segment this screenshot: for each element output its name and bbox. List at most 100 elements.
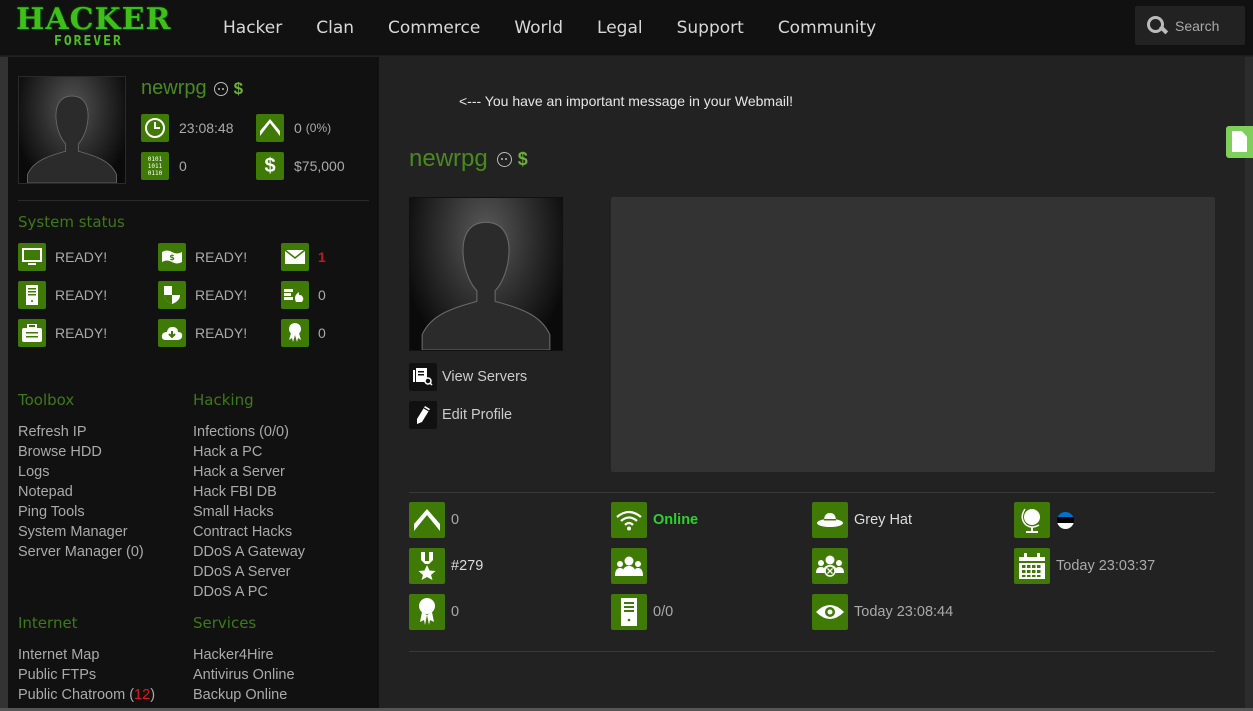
cloud-download-icon bbox=[158, 319, 186, 347]
menu-public-chatroom[interactable]: Public Chatroom (12) bbox=[18, 685, 155, 705]
sidebar: newrpg $ 23:08:48 0 (0%) 0101 1011 0110 0 … bbox=[8, 57, 379, 711]
status-shield[interactable]: READY! bbox=[158, 281, 247, 309]
menu-contract-hacks[interactable]: Contract Hacks bbox=[193, 522, 305, 542]
nav-legal[interactable]: Legal bbox=[597, 18, 643, 38]
edit-profile-button[interactable]: Edit Profile bbox=[409, 401, 512, 429]
bits-stat: 0101 1011 0110 0 bbox=[141, 152, 187, 180]
server-icon bbox=[611, 594, 647, 630]
status-firewall[interactable]: 0 bbox=[281, 281, 326, 309]
nav-hacker[interactable]: Hacker bbox=[223, 18, 282, 38]
country-flag-icon bbox=[1057, 511, 1074, 529]
monitor-icon bbox=[18, 243, 46, 271]
status-money[interactable]: $ READY! bbox=[158, 243, 247, 271]
menu-refresh-ip[interactable]: Refresh IP bbox=[18, 422, 144, 442]
menu-hack-pc[interactable]: Hack a PC bbox=[193, 442, 305, 462]
clock-icon bbox=[141, 114, 169, 142]
document-icon[interactable] bbox=[1226, 126, 1253, 158]
menu-public-ftps[interactable]: Public FTPs bbox=[18, 665, 155, 685]
sidebar-username[interactable]: newrpg $ bbox=[141, 77, 243, 100]
clock-value: 23:08:48 bbox=[179, 120, 234, 136]
status-monitor[interactable]: READY! bbox=[18, 243, 107, 271]
chatroom-label: Public Chatroom ( bbox=[18, 687, 135, 703]
calendar-icon bbox=[1014, 548, 1050, 584]
premium-badge: $ bbox=[233, 78, 244, 98]
info-servers-value: 0/0 bbox=[653, 604, 674, 620]
services-title: Services bbox=[193, 614, 257, 632]
info-awards-value: 0 bbox=[451, 604, 460, 620]
menu-internet-map[interactable]: Internet Map bbox=[18, 645, 155, 665]
group-icon bbox=[611, 548, 647, 584]
menu-small-hacks[interactable]: Small Hacks bbox=[193, 502, 305, 522]
nav-clan[interactable]: Clan bbox=[316, 18, 354, 38]
menu-hacker4hire[interactable]: Hacker4Hire bbox=[193, 645, 295, 665]
edit-profile-label: Edit Profile bbox=[442, 407, 513, 423]
info-clan[interactable] bbox=[611, 548, 647, 584]
logo[interactable]: HACKER FOREVER bbox=[14, 2, 184, 52]
briefcase-icon bbox=[18, 319, 46, 347]
info-clan-enemy[interactable] bbox=[812, 548, 848, 584]
menu-notepad[interactable]: Notepad bbox=[18, 482, 144, 502]
menu-ddos-pc[interactable]: DDoS A PC bbox=[193, 582, 305, 602]
shield-icon bbox=[158, 281, 186, 309]
status-award[interactable]: 0 bbox=[281, 319, 326, 347]
rank-value: 0 bbox=[294, 120, 302, 136]
info-last-seen: Today 23:08:44 bbox=[812, 594, 953, 630]
menu-hack-server[interactable]: Hack a Server bbox=[193, 462, 305, 482]
menu-server-manager[interactable]: Server Manager (0) bbox=[18, 542, 144, 562]
server-icon bbox=[18, 281, 46, 309]
nav-community[interactable]: Community bbox=[778, 18, 876, 38]
medal-icon bbox=[409, 548, 445, 584]
status-firewall-value: 0 bbox=[318, 287, 326, 303]
status-briefcase[interactable]: READY! bbox=[18, 319, 107, 347]
pencil-icon bbox=[409, 401, 437, 429]
profile-divider-top bbox=[409, 492, 1215, 493]
nav-world[interactable]: World bbox=[514, 18, 563, 38]
status-award-value: 0 bbox=[318, 325, 326, 341]
info-ranking-value: #279 bbox=[451, 558, 484, 574]
info-awards: 0 bbox=[409, 594, 459, 630]
avatar[interactable] bbox=[18, 76, 126, 184]
award-icon bbox=[409, 594, 445, 630]
top-header: HACKER FOREVER Hacker Clan Commerce Worl… bbox=[0, 0, 1253, 56]
face-icon bbox=[496, 151, 512, 167]
menu-ddos-server[interactable]: DDoS A Server bbox=[193, 562, 305, 582]
status-server[interactable]: READY! bbox=[18, 281, 107, 309]
hat-icon bbox=[812, 502, 848, 538]
menu-ping-tools[interactable]: Ping Tools bbox=[18, 502, 144, 522]
profile-username-text: newrpg bbox=[409, 145, 488, 172]
view-servers-label: View Servers bbox=[442, 369, 528, 385]
internet-title: Internet bbox=[18, 614, 78, 632]
status-download[interactable]: READY! bbox=[158, 319, 247, 347]
left-gutter bbox=[0, 57, 8, 711]
webmail-notice[interactable]: <--- You have an important message in yo… bbox=[459, 93, 793, 109]
svg-text:$: $ bbox=[169, 253, 175, 262]
menu-logs[interactable]: Logs bbox=[18, 462, 144, 482]
info-ranking: #279 bbox=[409, 548, 483, 584]
menu-browse-hdd[interactable]: Browse HDD bbox=[18, 442, 144, 462]
search-icon[interactable] bbox=[1146, 15, 1167, 37]
status-mail[interactable]: 1 bbox=[281, 243, 326, 271]
view-servers-button[interactable]: View Servers bbox=[409, 363, 527, 391]
search-input[interactable] bbox=[1175, 17, 1245, 34]
chevron-up-icon bbox=[256, 114, 284, 142]
nav-support[interactable]: Support bbox=[677, 18, 744, 38]
mail-icon bbox=[281, 243, 309, 271]
status-briefcase-value: READY! bbox=[55, 325, 108, 341]
menu-backup-online[interactable]: Backup Online bbox=[193, 685, 295, 705]
menu-hack-fbi-db[interactable]: Hack FBI DB bbox=[193, 482, 305, 502]
menu-infections[interactable]: Infections (0/0) bbox=[193, 422, 305, 442]
search-box bbox=[1135, 6, 1245, 45]
silhouette-icon bbox=[27, 95, 117, 183]
hacking-title: Hacking bbox=[193, 391, 254, 409]
logo-title: HACKER bbox=[16, 2, 172, 37]
info-rank-value: 0 bbox=[451, 512, 460, 528]
menu-ddos-gateway[interactable]: DDoS A Gateway bbox=[193, 542, 305, 562]
menu-antivirus-online[interactable]: Antivirus Online bbox=[193, 665, 295, 685]
main-nav: Hacker Clan Commerce World Legal Support… bbox=[206, 0, 893, 56]
eye-icon bbox=[812, 594, 848, 630]
group-block-icon bbox=[812, 548, 848, 584]
rank-stat: 0 (0%) bbox=[256, 114, 331, 142]
nav-commerce[interactable]: Commerce bbox=[388, 18, 480, 38]
status-download-value: READY! bbox=[195, 325, 248, 341]
menu-system-manager[interactable]: System Manager bbox=[18, 522, 144, 542]
